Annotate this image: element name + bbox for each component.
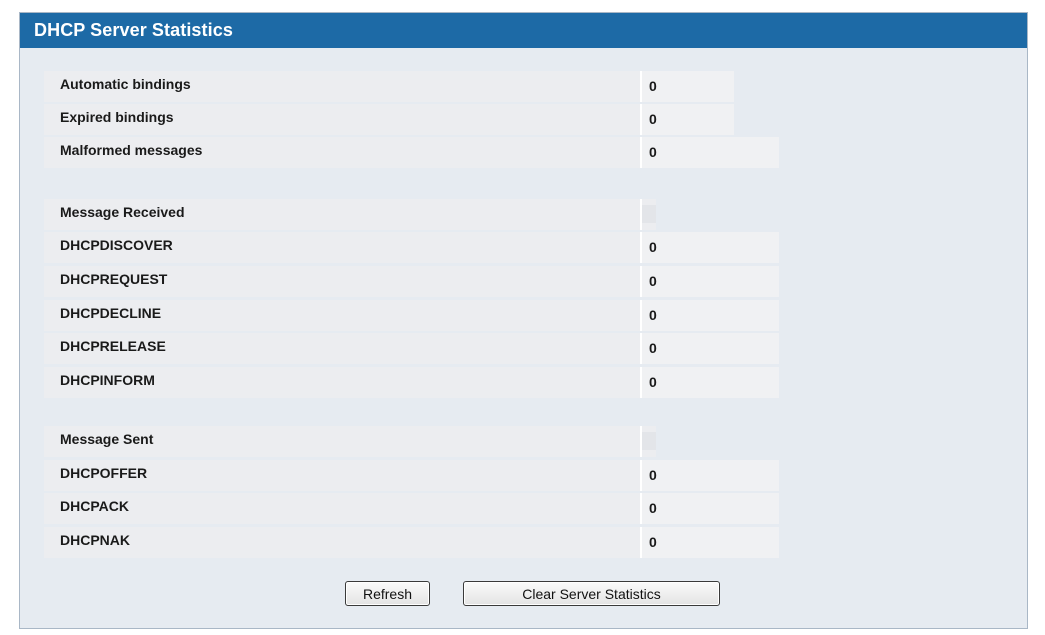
stat-row-dhcprelease: DHCPRELEASE 0: [44, 333, 779, 364]
stat-row-malformed-messages: Malformed messages 0: [44, 137, 779, 168]
stat-value: 0: [642, 493, 779, 524]
stat-value: 0: [642, 333, 779, 364]
dhcp-statistics-panel: DHCP Server Statistics Automatic binding…: [19, 12, 1028, 629]
refresh-button[interactable]: Refresh: [345, 581, 430, 606]
stat-value: 0: [642, 460, 779, 491]
stat-label: DHCPNAK: [60, 532, 130, 548]
stat-value: 0: [642, 71, 734, 102]
stat-label: DHCPDECLINE: [60, 305, 162, 321]
stat-label: DHCPDISCOVER: [60, 237, 173, 253]
stat-label: Malformed messages: [60, 142, 203, 158]
section-header-message-sent: Message Sent: [44, 426, 656, 457]
stat-value: 0: [642, 232, 779, 263]
stat-label: DHCPREQUEST: [60, 271, 168, 287]
section-header-label: Message Sent: [60, 431, 154, 447]
stat-row-dhcpdiscover: DHCPDISCOVER 0: [44, 232, 779, 263]
stat-value: 0: [642, 527, 779, 558]
stat-row-automatic-bindings: Automatic bindings 0: [44, 71, 734, 102]
stat-label: DHCPRELEASE: [60, 338, 166, 354]
section-header-label: Message Received: [60, 204, 185, 220]
section-header-message-received: Message Received: [44, 199, 656, 230]
stat-row-dhcpdecline: DHCPDECLINE 0: [44, 300, 779, 331]
stat-label: DHCPACK: [60, 498, 129, 514]
stat-row-dhcpnak: DHCPNAK 0: [44, 527, 779, 558]
stat-label: Automatic bindings: [60, 76, 191, 92]
stat-value: 0: [642, 104, 734, 135]
panel-title: DHCP Server Statistics: [20, 13, 1027, 48]
clear-server-statistics-button[interactable]: Clear Server Statistics: [463, 581, 720, 606]
stat-label: Expired bindings: [60, 109, 174, 125]
stat-value: 0: [642, 367, 779, 398]
stat-label: DHCPOFFER: [60, 465, 148, 481]
stat-row-expired-bindings: Expired bindings 0: [44, 104, 734, 135]
stat-value: 0: [642, 266, 779, 297]
stat-value: 0: [642, 300, 779, 331]
stat-row-dhcpoffer: DHCPOFFER 0: [44, 460, 779, 491]
stat-row-dhcpinform: DHCPINFORM 0: [44, 367, 779, 398]
stat-row-dhcprequest: DHCPREQUEST 0: [44, 266, 779, 297]
stat-row-dhcpack: DHCPACK 0: [44, 493, 779, 524]
stat-value: 0: [642, 137, 779, 168]
stat-label: DHCPINFORM: [60, 372, 155, 388]
